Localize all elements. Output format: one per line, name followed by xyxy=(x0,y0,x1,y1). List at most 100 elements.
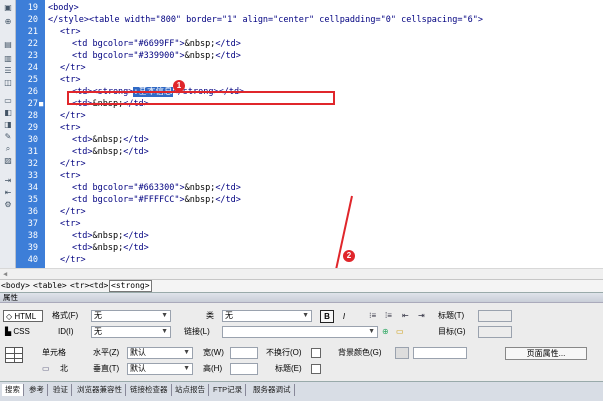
tag-selector-table[interactable]: <table> xyxy=(33,280,67,292)
code-line[interactable]: </tr> xyxy=(60,158,86,170)
italic-button[interactable]: I xyxy=(338,310,350,323)
line-numbers-icon[interactable]: ☰ xyxy=(2,66,14,76)
code-line[interactable]: <tr> xyxy=(60,170,80,182)
outdent-icon[interactable]: ⇤ xyxy=(402,310,409,322)
code-token: </tr> xyxy=(60,111,86,121)
scroll-left-icon[interactable]: ◀ xyxy=(3,269,7,279)
format-select[interactable]: 无 ▼ xyxy=(91,310,171,322)
code-line[interactable]: </tr> xyxy=(60,110,86,122)
tag-selector-tr[interactable]: <tr> xyxy=(70,280,89,292)
code-line[interactable]: <tr> xyxy=(60,122,80,134)
class-select[interactable]: 无 ▼ xyxy=(222,310,312,322)
tag-selector-strong[interactable]: <strong> xyxy=(109,280,152,292)
code-line[interactable]: <tr> xyxy=(60,74,80,86)
indent-icon[interactable]: ⇥ xyxy=(418,310,425,322)
open-documents-icon[interactable]: ▤ xyxy=(2,40,14,50)
code-line[interactable]: <td>&nbsp;</td> xyxy=(72,146,149,158)
bgcolor-input[interactable] xyxy=(413,347,467,359)
properties-title: 属性 xyxy=(0,293,603,303)
ordered-list-icon[interactable]: ⁞≡ xyxy=(385,310,392,322)
tag-selector-bar: <body> <table> <tr> <td> <strong> xyxy=(0,279,603,292)
code-token: <td bgcolor="#6699FF"> xyxy=(72,39,185,49)
link-input[interactable]: ▼ xyxy=(222,326,378,338)
code-token: &nbsp; xyxy=(184,195,216,205)
code-line[interactable]: </tr> xyxy=(60,254,86,266)
tag-selector-td[interactable]: <td> xyxy=(89,280,108,292)
height-label: 高(H) xyxy=(203,364,223,373)
annotation-badge-1: 1 xyxy=(173,80,185,92)
code-token: <tr> xyxy=(60,75,81,85)
tab-ftp-log[interactable]: FTP记录 xyxy=(210,384,247,396)
bold-button[interactable]: B xyxy=(320,310,334,323)
chevron-down-icon: ▼ xyxy=(183,365,190,372)
merge-cells-icon[interactable]: ▭ xyxy=(42,363,50,375)
code-line[interactable]: <td>&nbsp;</td> xyxy=(72,242,149,254)
outdent-icon[interactable]: ⇤ xyxy=(2,188,14,198)
code-token: &nbsp; xyxy=(92,243,124,253)
vertical-select[interactable]: 默认 ▼ xyxy=(127,363,193,375)
browse-folder-icon[interactable]: ▭ xyxy=(396,326,404,338)
collapse-icon[interactable]: ▣ xyxy=(2,3,14,13)
code-line[interactable]: <td bgcolor="#6699FF">&nbsp;</td> xyxy=(72,38,241,50)
code-token: <td bgcolor="#339900"> xyxy=(72,51,185,61)
html-mode-button[interactable]: ◇ HTML xyxy=(3,310,43,322)
nowrap-checkbox[interactable] xyxy=(311,348,321,358)
fold-marker-icon[interactable]: ■ xyxy=(39,98,44,110)
horizontal-scrollbar[interactable]: ◀ xyxy=(0,268,603,279)
css-icon: ▙ xyxy=(5,327,12,336)
code-line[interactable]: <td bgcolor="#FFFFCC">&nbsp;</td> xyxy=(72,194,241,206)
line-number: 33 xyxy=(27,171,38,181)
expand-icon[interactable]: ⊕ xyxy=(2,17,14,27)
highlight-box xyxy=(67,91,335,105)
apply-source-formatting-icon[interactable]: ⚙ xyxy=(2,200,14,210)
target-input[interactable] xyxy=(478,326,512,338)
tag-selector-body[interactable]: <body> xyxy=(1,280,30,292)
code-editor[interactable]: <body> </style><table width="800" border… xyxy=(45,0,603,268)
tab-link-checker[interactable]: 链接检查器 xyxy=(127,384,172,396)
code-line[interactable]: <tr> xyxy=(60,218,80,230)
code-line[interactable]: </tr> xyxy=(60,62,86,74)
code-token: </td> xyxy=(123,135,149,145)
annotation-badge-2: 2 xyxy=(343,250,355,262)
expand-all-icon[interactable]: ◧ xyxy=(2,108,14,118)
code-line[interactable]: <body> xyxy=(48,2,79,14)
format-source-icon[interactable]: ◨ xyxy=(2,120,14,130)
code-line[interactable]: <td>&nbsp;</td> xyxy=(72,134,149,146)
chevron-down-icon: ▼ xyxy=(161,312,168,319)
tab-search[interactable]: 搜索 xyxy=(2,384,24,396)
indent-icon[interactable]: ⇥ xyxy=(2,176,14,186)
horizontal-select[interactable]: 默认 ▼ xyxy=(127,347,193,359)
title-input[interactable] xyxy=(478,310,512,322)
tab-site-reports[interactable]: 站点报告 xyxy=(172,384,209,396)
balance-braces-icon[interactable]: ▭ xyxy=(2,96,14,106)
tab-server-debug[interactable]: 服务器调试 xyxy=(250,384,295,396)
tab-validation[interactable]: 验证 xyxy=(50,384,72,396)
highlight-invalid-icon[interactable]: ▥ xyxy=(2,54,14,64)
code-line[interactable]: </tr> xyxy=(60,206,86,218)
split-cell-icon[interactable]: 北 xyxy=(60,363,68,375)
id-select[interactable]: 无 ▼ xyxy=(91,326,171,338)
tab-reference[interactable]: 参考 xyxy=(26,384,48,396)
tab-browser-compat[interactable]: 浏览器兼容性 xyxy=(74,384,126,396)
code-line[interactable]: <tr> xyxy=(60,26,80,38)
code-line[interactable]: </style><table width="800" border="1" al… xyxy=(48,14,483,26)
point-to-file-icon[interactable]: ⊕ xyxy=(382,326,389,338)
header-checkbox[interactable] xyxy=(311,364,321,374)
code-line[interactable]: <td bgcolor="#663300">&nbsp;</td> xyxy=(72,182,241,194)
comment-icon[interactable]: ✎ xyxy=(2,132,14,142)
width-input[interactable] xyxy=(230,347,258,359)
code-line[interactable]: <td bgcolor="#339900">&nbsp;</td> xyxy=(72,50,241,62)
line-number-gutter: 19 20 21 22 23 24 25 26 27 ■ 28 29 30 31… xyxy=(16,0,45,268)
height-input[interactable] xyxy=(230,363,258,375)
code-line[interactable]: <td>&nbsp;</td> xyxy=(72,230,149,242)
select-parent-tag-icon[interactable]: ◫ xyxy=(2,78,14,88)
unordered-list-icon[interactable]: ⁝≡ xyxy=(369,310,376,322)
bgcolor-swatch[interactable] xyxy=(395,347,409,359)
vertical-label: 垂直(T) xyxy=(93,364,120,373)
title-label: 标题(T) xyxy=(438,311,465,320)
uncomment-icon[interactable]: ⌕ xyxy=(2,144,14,154)
css-mode-button[interactable]: ▙ CSS xyxy=(3,326,43,338)
wrap-tag-icon[interactable]: ▨ xyxy=(2,156,14,166)
horizontal-value: 默认 xyxy=(130,348,146,357)
page-properties-button[interactable]: 页面属性... xyxy=(505,347,587,360)
